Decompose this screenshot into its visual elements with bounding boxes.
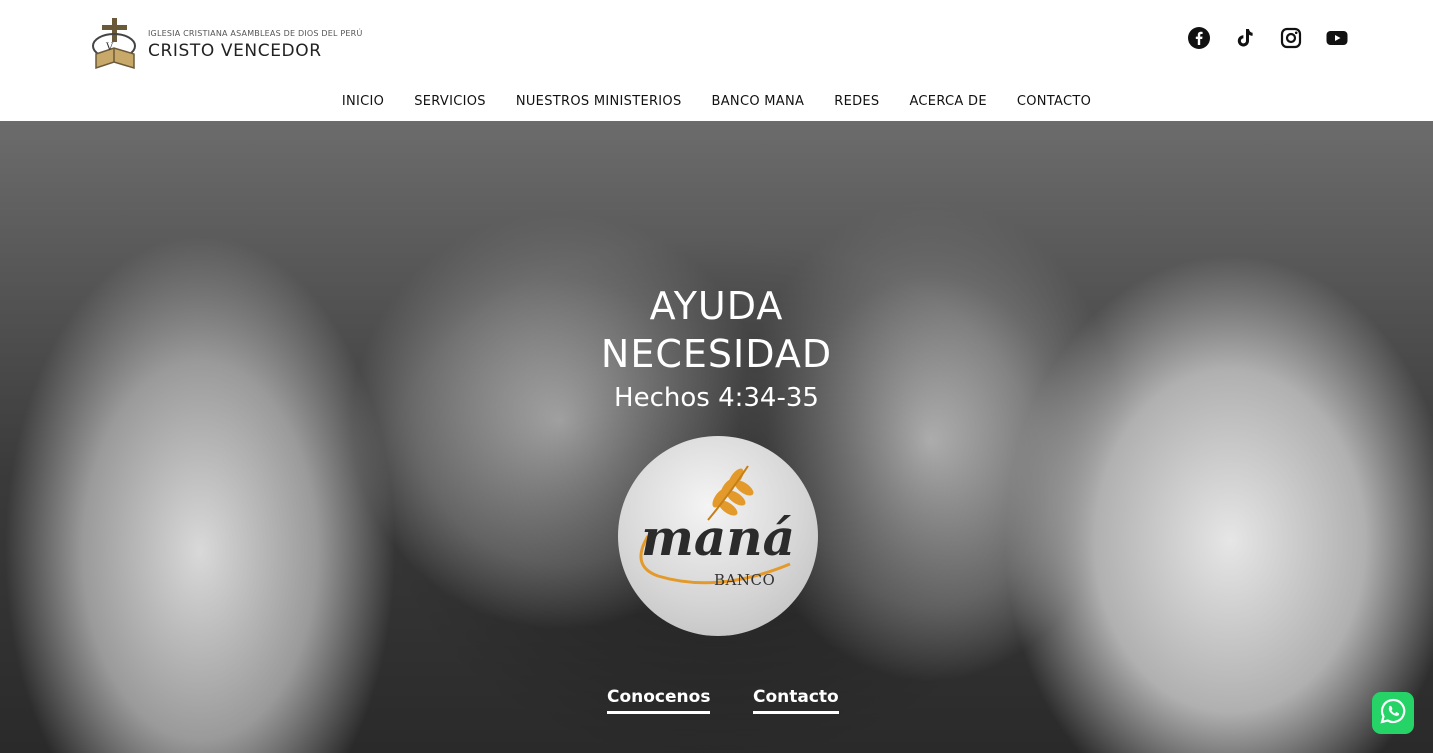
- badge-subtitle: BANCO: [714, 571, 776, 589]
- nav-item-servicios[interactable]: SERVICIOS: [414, 94, 486, 109]
- instagram-icon[interactable]: [1279, 26, 1303, 50]
- nav-item-redes[interactable]: REDES: [834, 94, 879, 109]
- church-logo-icon: V: [90, 16, 142, 74]
- hero-verse: Hechos 4:34-35: [614, 383, 819, 413]
- nav-item-banco-mana[interactable]: BANCO MANA: [712, 94, 805, 109]
- social-links: [1187, 26, 1349, 50]
- logo-title: CRISTO VENCEDOR: [148, 41, 322, 61]
- site-logo[interactable]: V IGLESIA CRISTIANA ASAMBLEAS DE DIOS DE…: [90, 16, 363, 74]
- conocenos-button[interactable]: Conocenos: [607, 687, 711, 714]
- nav-item-inicio[interactable]: INICIO: [342, 94, 384, 109]
- youtube-icon[interactable]: [1325, 26, 1349, 50]
- badge-word: maná: [640, 508, 796, 567]
- hero-section: AYUDA NECESIDAD Hechos 4:34-35 maná BANC…: [0, 121, 1433, 753]
- site-header: V IGLESIA CRISTIANA ASAMBLEAS DE DIOS DE…: [0, 0, 1433, 121]
- hero-title-line2: NECESIDAD: [600, 332, 833, 376]
- tiktok-icon[interactable]: [1233, 26, 1257, 50]
- nav-item-acerca-de[interactable]: ACERCA DE: [909, 94, 986, 109]
- nav-item-nuestros-ministerios[interactable]: NUESTROS MINISTERIOS: [516, 94, 682, 109]
- contacto-button[interactable]: Contacto: [753, 687, 839, 714]
- main-nav: INICIO SERVICIOS NUESTROS MINISTERIOS BA…: [0, 94, 1433, 109]
- banco-mana-badge: maná BANCO: [618, 436, 818, 636]
- hero-title-line1: AYUDA: [649, 284, 784, 328]
- nav-item-contacto[interactable]: CONTACTO: [1017, 94, 1091, 109]
- whatsapp-icon: [1379, 697, 1407, 729]
- whatsapp-button[interactable]: [1372, 692, 1414, 734]
- facebook-icon[interactable]: [1187, 26, 1211, 50]
- svg-text:V: V: [105, 42, 114, 53]
- logo-subtitle: IGLESIA CRISTIANA ASAMBLEAS DE DIOS DEL …: [148, 29, 363, 38]
